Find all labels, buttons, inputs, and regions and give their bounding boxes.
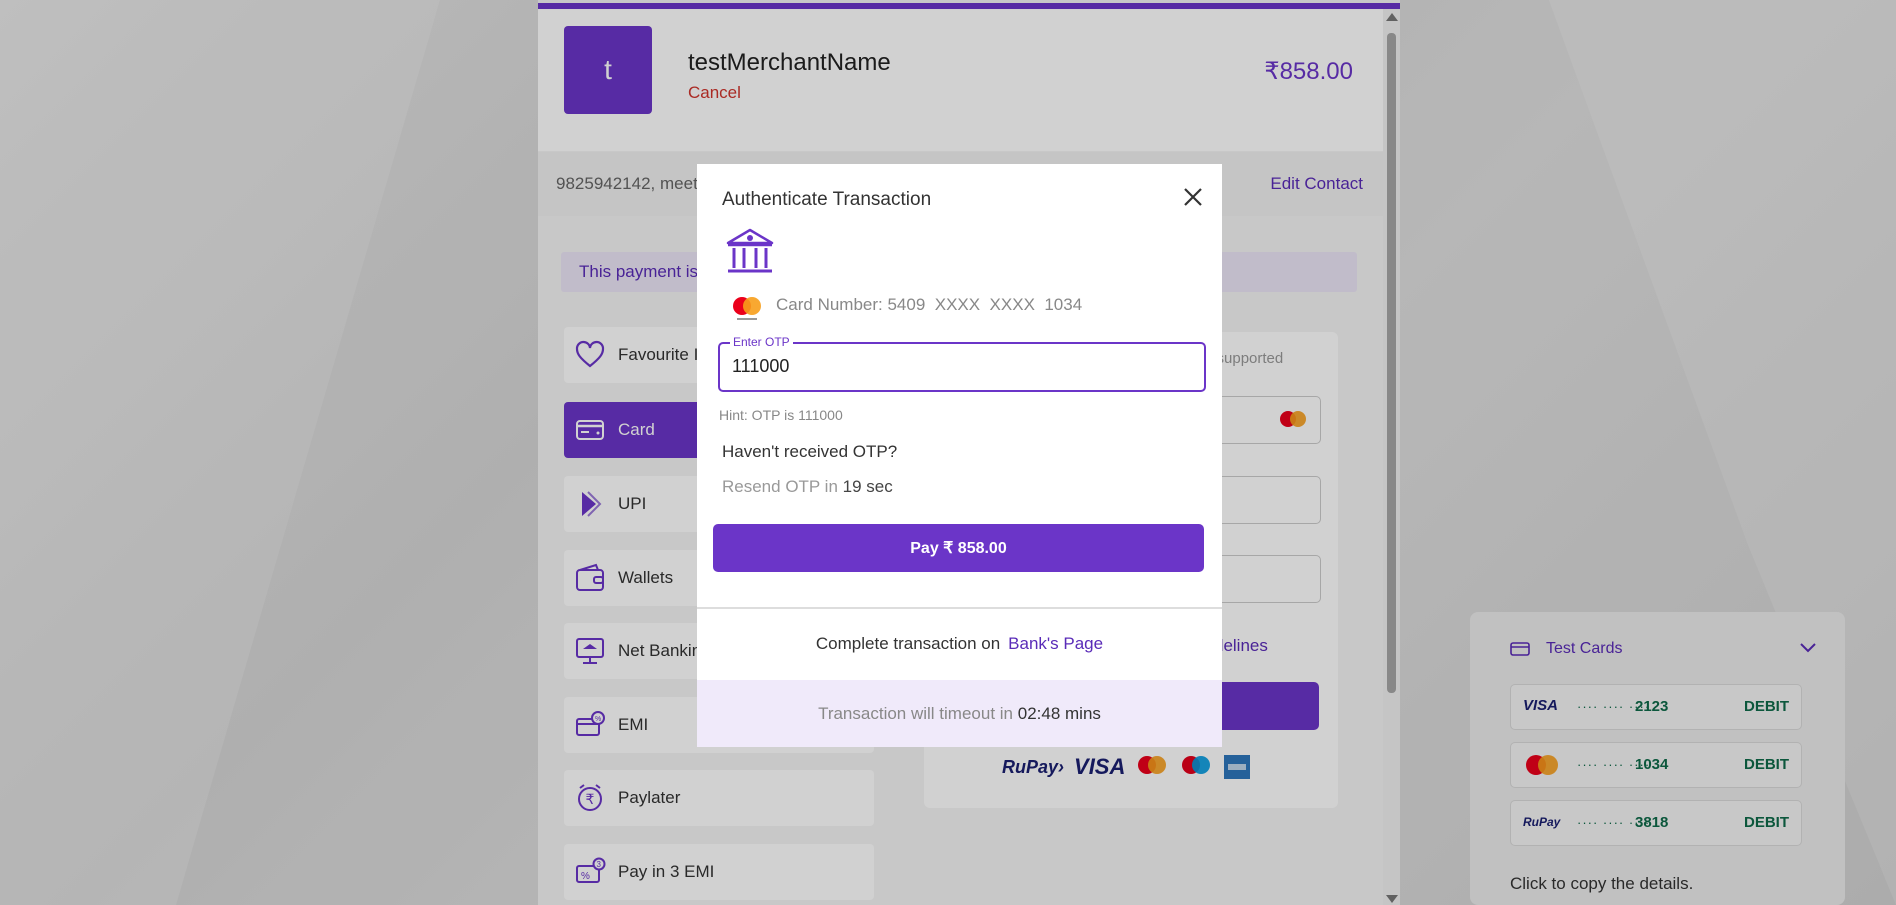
- card-number-text: Card Number: 5409 XXXX XXXX 1034: [776, 295, 1083, 314]
- mastercard-icon: [733, 297, 761, 320]
- modal-divider: [697, 607, 1222, 609]
- complete-label: Complete transaction on: [815, 634, 1001, 653]
- bank-page-link[interactable]: Bank's Page: [1008, 634, 1103, 653]
- timeout-value: 02:48 mins: [1017, 704, 1101, 723]
- resend-seconds: 19 sec: [842, 477, 893, 496]
- pay-button[interactable]: Pay ₹ 858.00: [713, 524, 1204, 572]
- resend-label: Resend OTP in: [722, 477, 838, 496]
- otp-hint: Hint: OTP is 111000: [719, 407, 843, 423]
- resend-otp-timer: Resend OTP in 19 sec: [722, 477, 893, 497]
- bank-icon: [726, 228, 774, 273]
- otp-field: Enter OTP: [718, 335, 1206, 392]
- authenticate-transaction-modal: Authenticate Transaction Card Number: 54…: [697, 164, 1222, 747]
- timeout-label: Transaction will timeout in: [818, 704, 1014, 723]
- complete-on-bank-page: Complete transaction on Bank's Page: [697, 634, 1222, 654]
- otp-input[interactable]: [732, 356, 1172, 377]
- close-icon[interactable]: [1182, 186, 1204, 208]
- modal-title: Authenticate Transaction: [722, 189, 932, 210]
- timeout-text: Transaction will timeout in 02:48 mins: [697, 704, 1222, 724]
- timeout-footer: Transaction will timeout in 02:48 mins: [697, 680, 1222, 747]
- otp-label: Enter OTP: [730, 335, 793, 349]
- otp-not-received-text: Haven't received OTP?: [722, 442, 898, 461]
